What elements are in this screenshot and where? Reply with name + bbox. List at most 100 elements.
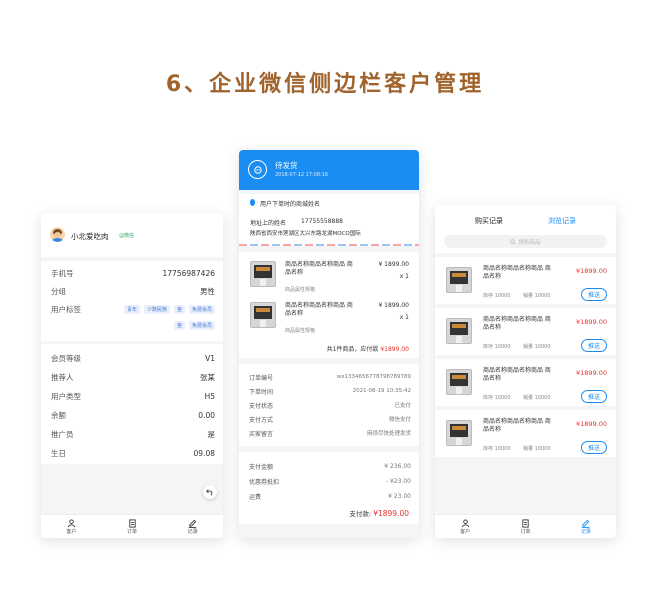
- sales: 销量 10000: [523, 344, 551, 350]
- tab-order[interactable]: 订单: [495, 515, 555, 538]
- product-thumbnail: [250, 261, 276, 287]
- field-label: 推荐人: [51, 372, 74, 382]
- product-price: ¥ 1899.00: [378, 261, 409, 268]
- sales: 销量 10000: [523, 395, 551, 401]
- search-icon: [510, 238, 517, 245]
- paid-label: 支付款:: [349, 510, 372, 518]
- product-price: ¥ 1899.00: [378, 302, 409, 309]
- buyer-message: 麻烦尽快处理发货: [366, 431, 411, 437]
- recipient-address: 陕西省西安市莲湖区大兴东路龙湖MOCO国际: [250, 231, 361, 237]
- info-label: 支付方式: [249, 416, 274, 424]
- field-label: 分组: [51, 286, 66, 296]
- tab-record[interactable]: 记录: [162, 515, 223, 538]
- pay-status: 已支付: [394, 403, 411, 409]
- stock: 库存 10000: [483, 446, 511, 452]
- order-icon: [128, 518, 136, 528]
- field-label: 用户类型: [51, 391, 81, 401]
- order-time: 2021-08-19 10:35:42: [352, 388, 411, 394]
- product-thumbnail: [446, 267, 472, 293]
- product-thumbnail: [446, 369, 472, 395]
- user-tags: 青年 少数民族宫免费会员: [120, 304, 215, 314]
- order-status-time: 2018-07-12 17:08:16: [275, 172, 329, 178]
- shipping-amount: ¥ 23.00: [388, 492, 411, 500]
- tab-label: 订单: [127, 528, 138, 535]
- paid-value: ¥1899.00: [373, 509, 409, 518]
- edit-icon: [189, 519, 197, 528]
- recipient-phone: 17755558888: [301, 218, 343, 225]
- recipient-name: 地址上的姓名: [250, 220, 287, 227]
- order-status-header: 待发货 2018-07-12 17:08:16: [239, 150, 419, 190]
- tab-order[interactable]: 订单: [102, 515, 163, 538]
- phone-value: 17756987426: [162, 268, 216, 278]
- bottom-tabbar: 客户 订单 记录: [435, 514, 616, 538]
- tab-browse-records[interactable]: 浏览记录: [548, 216, 576, 226]
- paid-total: 支付款: ¥1899.00: [349, 508, 409, 518]
- record-item[interactable]: 商品名称商品名称商品 商品名称 ¥1899.00 库存 10000 销量 100…: [435, 308, 616, 355]
- field-label: 生日: [51, 448, 66, 458]
- tag[interactable]: 青年: [123, 305, 140, 314]
- record-item[interactable]: 商品名称商品名称商品 商品名称 ¥1899.00 库存 10000 销量 100…: [435, 257, 616, 304]
- tab-customer[interactable]: 客户: [41, 515, 102, 538]
- product-price: ¥1899.00: [575, 267, 607, 275]
- order-items-card: 商品名称商品名称商品 商品名称 ¥ 1899.00 x 1 商品属性规格 商品名…: [239, 252, 419, 358]
- tab-record[interactable]: 记录: [556, 515, 616, 538]
- tag[interactable]: 免费会员: [188, 321, 215, 330]
- product-spec: 商品属性规格: [285, 287, 316, 293]
- tag[interactable]: 免费会员: [188, 305, 215, 314]
- tag[interactable]: 宫: [173, 305, 185, 314]
- pay-amount: ¥ 236.00: [384, 462, 411, 470]
- address-stripe: [239, 244, 419, 246]
- stock: 库存 10000: [483, 395, 511, 401]
- profile-header: 小北爱吃肉 @微信: [41, 213, 223, 257]
- push-button[interactable]: 推送: [580, 339, 607, 352]
- info-label: 下单时间: [249, 388, 274, 396]
- field-value: 0.00: [198, 410, 215, 420]
- stock: 库存 10000: [483, 344, 511, 350]
- tab-buy-records[interactable]: 购买记录: [475, 216, 503, 226]
- pay-label: 运费: [249, 493, 262, 501]
- user-tags-row2: 宫免费会员: [170, 320, 215, 330]
- field-value: 是: [207, 429, 216, 439]
- tab-customer[interactable]: 客户: [435, 515, 495, 538]
- search-placeholder: 搜索商品: [518, 239, 541, 246]
- order-item[interactable]: 商品名称商品名称商品 商品名称 ¥ 1899.00 x 1 商品属性规格: [239, 252, 419, 294]
- product-price: ¥1899.00: [575, 318, 607, 326]
- info-label: 买家留言: [249, 430, 274, 438]
- page-title: 6、企业微信侧边栏客户管理: [165, 72, 485, 97]
- basic-info-card: 手机号 17756987426 分组 男性 用户标签 青年 少数民族宫免费会员 宫免费…: [41, 261, 223, 341]
- field-label: 会员等级: [51, 353, 81, 363]
- product-thumbnail: [446, 420, 472, 446]
- product-name: 商品名称商品名称商品 商品名称: [483, 316, 551, 332]
- push-button[interactable]: 推送: [580, 288, 607, 301]
- sales: 销量 10000: [523, 446, 551, 452]
- address-card: 用户下单时的商城姓名 地址上的姓名 17755558888 陕西省西安市莲湖区大…: [239, 194, 419, 246]
- tab-label: 记录: [580, 528, 591, 535]
- push-button[interactable]: 推送: [580, 390, 607, 403]
- pay-label: 优惠券抵扣: [249, 478, 280, 486]
- order-info-card: 订单编号 wx1334656778798789789 下单时间 2021-08-19…: [239, 364, 419, 446]
- product-thumbnail: [446, 318, 472, 344]
- tab-label: 订单: [520, 528, 531, 535]
- tag[interactable]: 少数民族: [143, 305, 170, 314]
- push-button[interactable]: 推送: [580, 441, 607, 454]
- back-icon[interactable]: [203, 485, 217, 499]
- tab-label: 记录: [187, 528, 198, 535]
- record-item[interactable]: 商品名称商品名称商品 商品名称 ¥1899.00 库存 10000 销量 100…: [435, 359, 616, 406]
- product-spec: 商品属性规格: [285, 328, 316, 334]
- info-label: 订单编号: [249, 374, 274, 382]
- search-input[interactable]: 搜索商品: [444, 235, 607, 248]
- tag[interactable]: 宫: [173, 321, 185, 330]
- group-value: 男性: [200, 286, 215, 296]
- bottom-tabbar: 客户 订单 记录: [41, 514, 223, 538]
- field-label: 推广员: [51, 429, 74, 439]
- summary-label: 共1件商品，应付款: [326, 346, 379, 353]
- member-info-card: 会员等级 V1 推荐人 张某 用户类型 H5 余额 0.00 推广员 是 生日 09.08: [41, 344, 223, 464]
- product-price: ¥1899.00: [575, 420, 607, 428]
- product-thumbnail: [250, 302, 276, 328]
- record-item[interactable]: 商品名称商品名称商品 商品名称 ¥1899.00 库存 10000 销量 100…: [435, 410, 616, 457]
- pay-method: 微信支付: [388, 417, 411, 423]
- info-label: 支付状态: [249, 402, 274, 410]
- summary-value: ¥1899.00: [380, 346, 409, 353]
- product-qty: x 1: [399, 314, 409, 321]
- order-item[interactable]: 商品名称商品名称商品 商品名称 ¥ 1899.00 x 1 商品属性规格: [239, 294, 419, 336]
